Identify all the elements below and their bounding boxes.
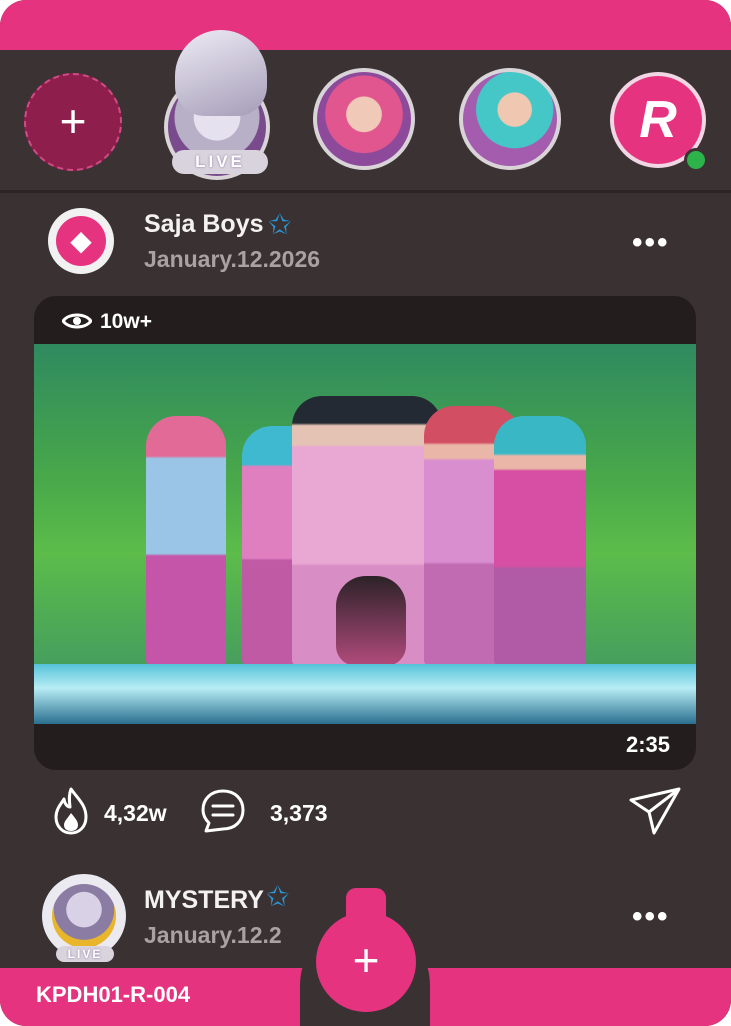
story-avatar-3[interactable] [459, 68, 561, 170]
comment-count: 3,373 [270, 800, 328, 826]
fire-icon[interactable] [52, 787, 90, 835]
video-stage [34, 664, 696, 724]
verified-icon: ✩ [266, 881, 290, 912]
live-badge: LIVE [172, 150, 268, 174]
share-icon[interactable] [628, 786, 682, 836]
add-story-button[interactable]: + [24, 73, 122, 171]
view-count: 10w+ [62, 310, 152, 334]
like-count: 4,32w [104, 800, 167, 826]
tiger-logo-icon: ◆ [56, 216, 106, 266]
divider [0, 190, 731, 193]
eye-icon [62, 313, 92, 329]
story-avatar-1-image [175, 30, 267, 116]
post2-avatar-image [52, 884, 116, 948]
create-post-button[interactable]: + [316, 912, 416, 1012]
comment-icon[interactable] [200, 788, 246, 834]
post-author-name[interactable]: Saja Boys [144, 210, 264, 239]
post-author-avatar[interactable]: ◆ [48, 208, 114, 274]
online-status-dot [684, 148, 708, 172]
video-player[interactable]: 10w+ 2:35 [34, 296, 696, 770]
video-thumbnail[interactable] [34, 344, 696, 724]
view-count-label: 10w+ [100, 310, 152, 333]
top-bar [0, 0, 731, 50]
video-duration: 2:35 [625, 732, 670, 757]
app-card: + LIVE R ◆ Saja Boys ✩ January.12.2026 •… [0, 0, 731, 1026]
post2-date: January.12.2 [144, 922, 282, 948]
more-options-icon[interactable]: ••• [632, 226, 670, 260]
post2-live-badge: LIVE [56, 946, 114, 962]
post-date: January.12.2026 [144, 246, 321, 272]
verified-icon: ✩ [268, 209, 292, 240]
post2-author-name[interactable]: MYSTERY [144, 886, 264, 915]
card-code: KPDH01-R-004 [36, 982, 191, 1007]
more-options-icon[interactable]: ••• [632, 900, 670, 934]
story-avatar-2[interactable] [313, 68, 415, 170]
